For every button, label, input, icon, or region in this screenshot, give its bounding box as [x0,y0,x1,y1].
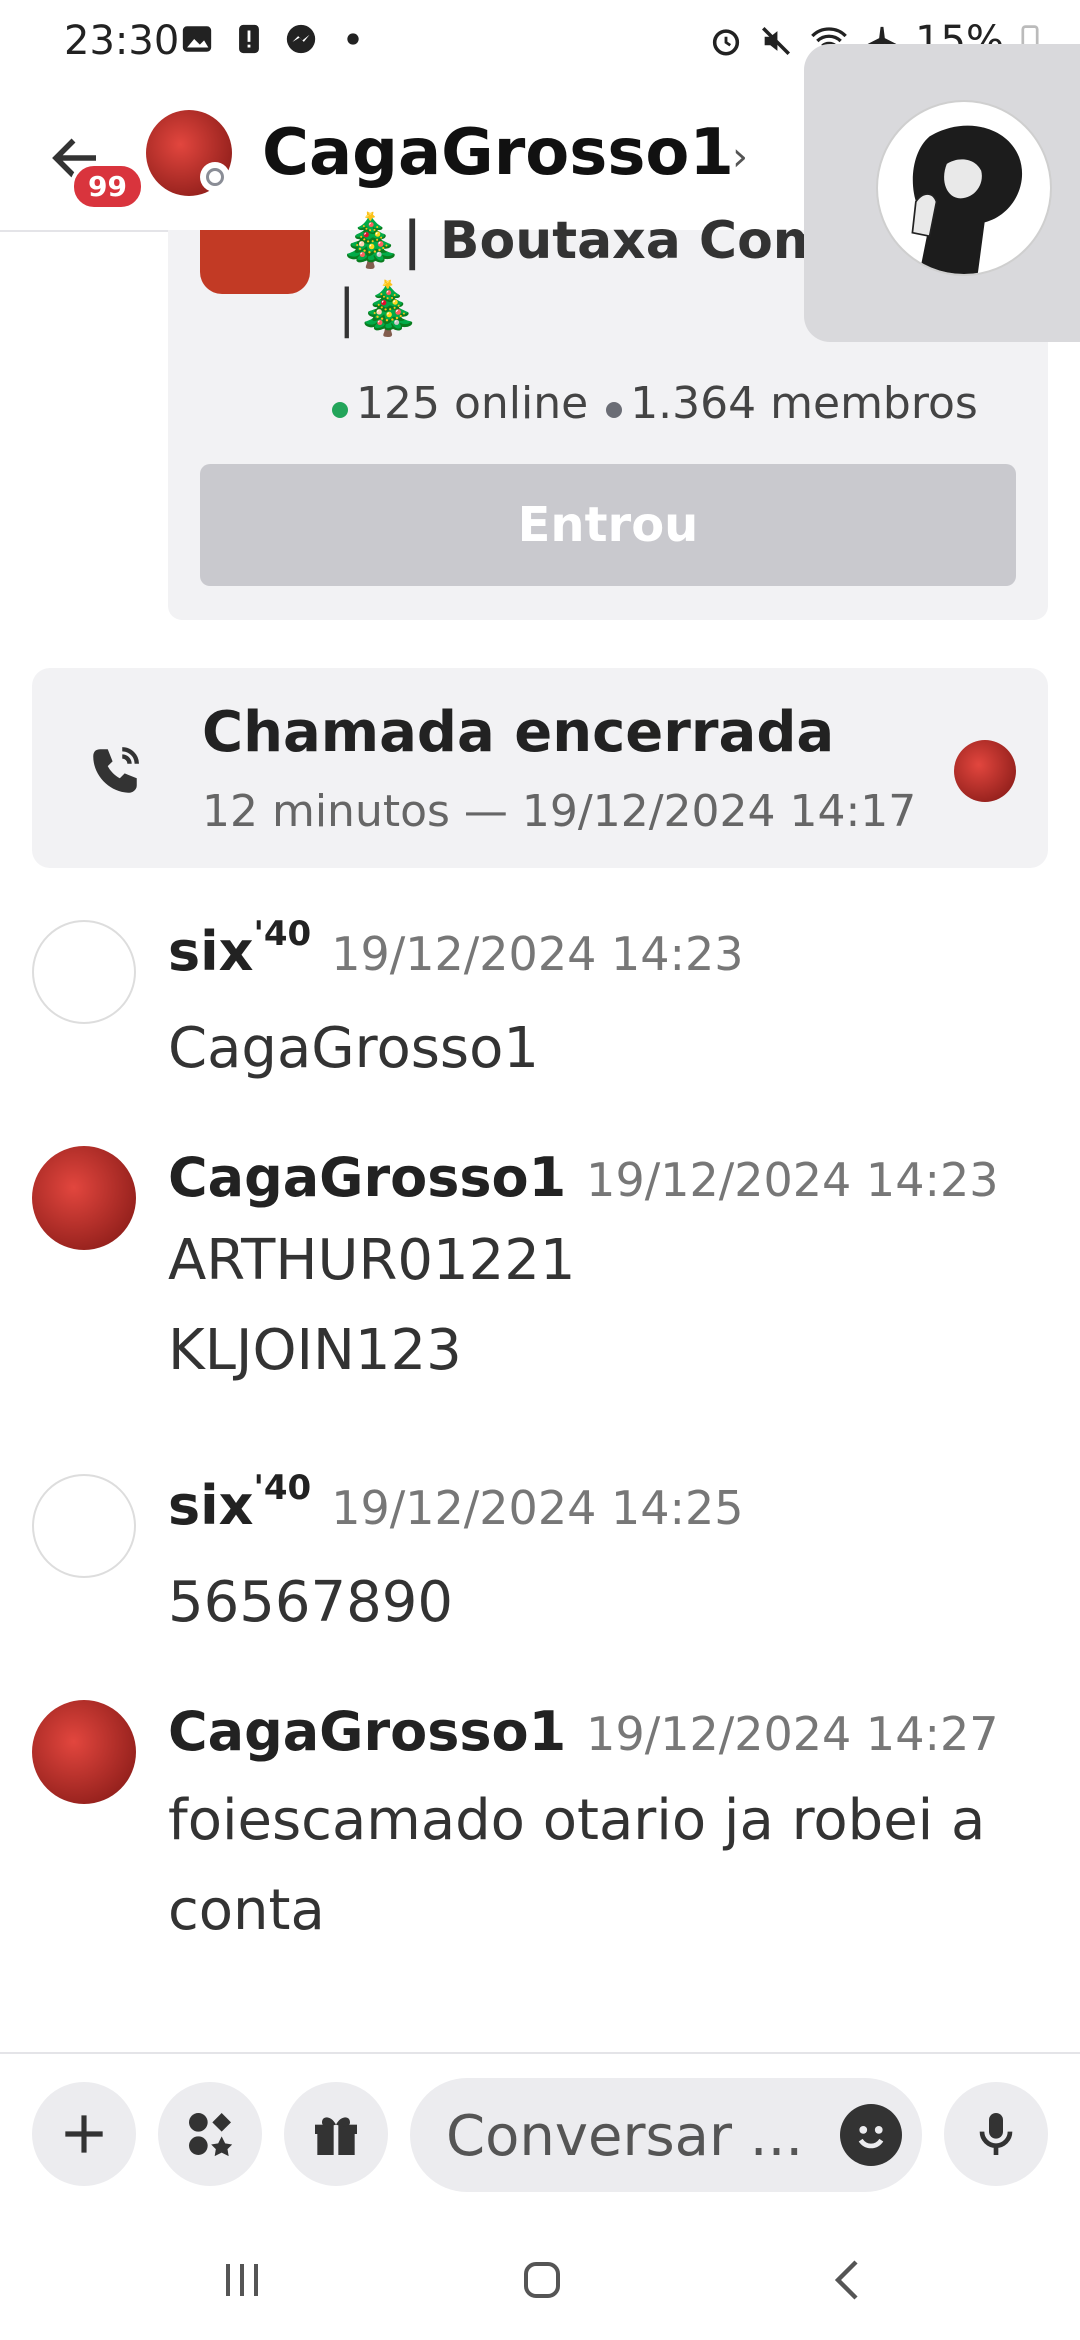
avatar-illustration-icon [911,125,1023,274]
avatar[interactable] [32,1700,136,1804]
chevron-right-icon[interactable]: › [732,134,748,180]
author-suffix: '40 [253,914,312,954]
recent-apps-button[interactable] [202,2244,282,2316]
message-input[interactable]: Conversar ... [410,2078,922,2192]
add-attachment-button[interactable] [32,2082,136,2186]
page-title[interactable]: CagaGrosso1 [262,116,734,190]
message-author-line: CagaGrosso1 19/12/2024 14:27 [168,1700,999,1763]
pip-avatar [876,100,1052,276]
message-timestamp: 19/12/2024 14:27 [586,1707,999,1761]
status-indicator [200,162,230,192]
members-dot-icon [606,402,623,418]
message-timestamp: 19/12/2024 14:25 [331,1481,744,1535]
back-chevron-icon [834,2260,858,2300]
message-timestamp: 19/12/2024 14:23 [586,1153,999,1207]
message-text: 56567890 [168,1570,454,1635]
message-text: conta [168,1878,325,1943]
message-timestamp: 19/12/2024 14:23 [331,927,744,981]
server-stats: 125 online 1.364 membros [332,378,978,429]
message-author-line: CagaGrosso1 19/12/2024 14:23 [168,1146,999,1209]
system-navigation-bar [0,2220,1080,2340]
server-icon [200,230,310,294]
plus-icon [65,2115,103,2153]
apps-button[interactable] [158,2082,262,2186]
online-count-text: 125 online [356,378,589,429]
message-author[interactable]: six [168,920,253,983]
home-button[interactable] [502,2244,582,2316]
member-count-text: 1.364 membros [630,378,978,429]
server-name-line2: |🎄 [338,279,421,339]
message-author-line: six'40 19/12/2024 14:23 [168,914,744,983]
voice-message-button[interactable] [944,2082,1048,2186]
alarm-icon [712,29,740,56]
apps-icon [189,2113,233,2157]
message-author[interactable]: six [168,1474,253,1537]
message-composer: Conversar ... [0,2052,1080,2192]
message-text: CagaGrosso1 [168,1016,539,1081]
gift-button[interactable] [284,2082,388,2186]
mute-icon [762,26,791,56]
joined-button[interactable]: Entrou [200,464,1016,586]
avatar[interactable] [32,1474,136,1578]
avatar[interactable] [32,1146,136,1250]
gift-icon [315,2117,357,2155]
microphone-icon [979,2113,1013,2155]
message-text: foiescamado otario ja robei a [168,1788,986,1853]
recent-apps-icon [226,2264,258,2296]
call-subtitle: 12 minutos — 19/12/2024 14:17 [202,786,917,837]
avatar[interactable] [32,920,136,1024]
call-title: Chamada encerrada [202,700,835,765]
message-author-line: six'40 19/12/2024 14:25 [168,1468,744,1537]
author-suffix: '40 [253,1468,312,1508]
smiley-icon [858,2125,884,2149]
message-text: KLJOIN123 [168,1318,462,1383]
phone-call-icon [93,747,139,793]
system-back-button[interactable] [808,2244,888,2316]
alert-icon [239,24,259,54]
call-ended-card: Chamada encerrada 12 minutos — 19/12/202… [32,668,1048,868]
dot-icon [347,33,359,45]
participant-avatar [954,740,1016,802]
message-author[interactable]: CagaGrosso1 [168,1146,566,1209]
status-time: 23:30 [64,18,180,64]
gallery-icon [182,26,212,52]
home-icon [524,2262,560,2298]
messenger-icon [286,24,316,54]
online-dot-icon [332,402,348,418]
message-input-placeholder: Conversar ... [446,2104,804,2169]
message-author[interactable]: CagaGrosso1 [168,1700,566,1763]
message-text: ARTHUR01221 [168,1228,576,1293]
member-count: 1.364 membros [606,378,978,429]
call-pip-window[interactable] [804,44,1080,342]
emoji-icon[interactable] [840,2104,902,2166]
unread-badge: 99 [70,162,145,211]
notification-icons [180,22,370,56]
online-count: 125 online [332,378,588,429]
server-name: 🎄| Boutaxa Com [338,211,827,271]
